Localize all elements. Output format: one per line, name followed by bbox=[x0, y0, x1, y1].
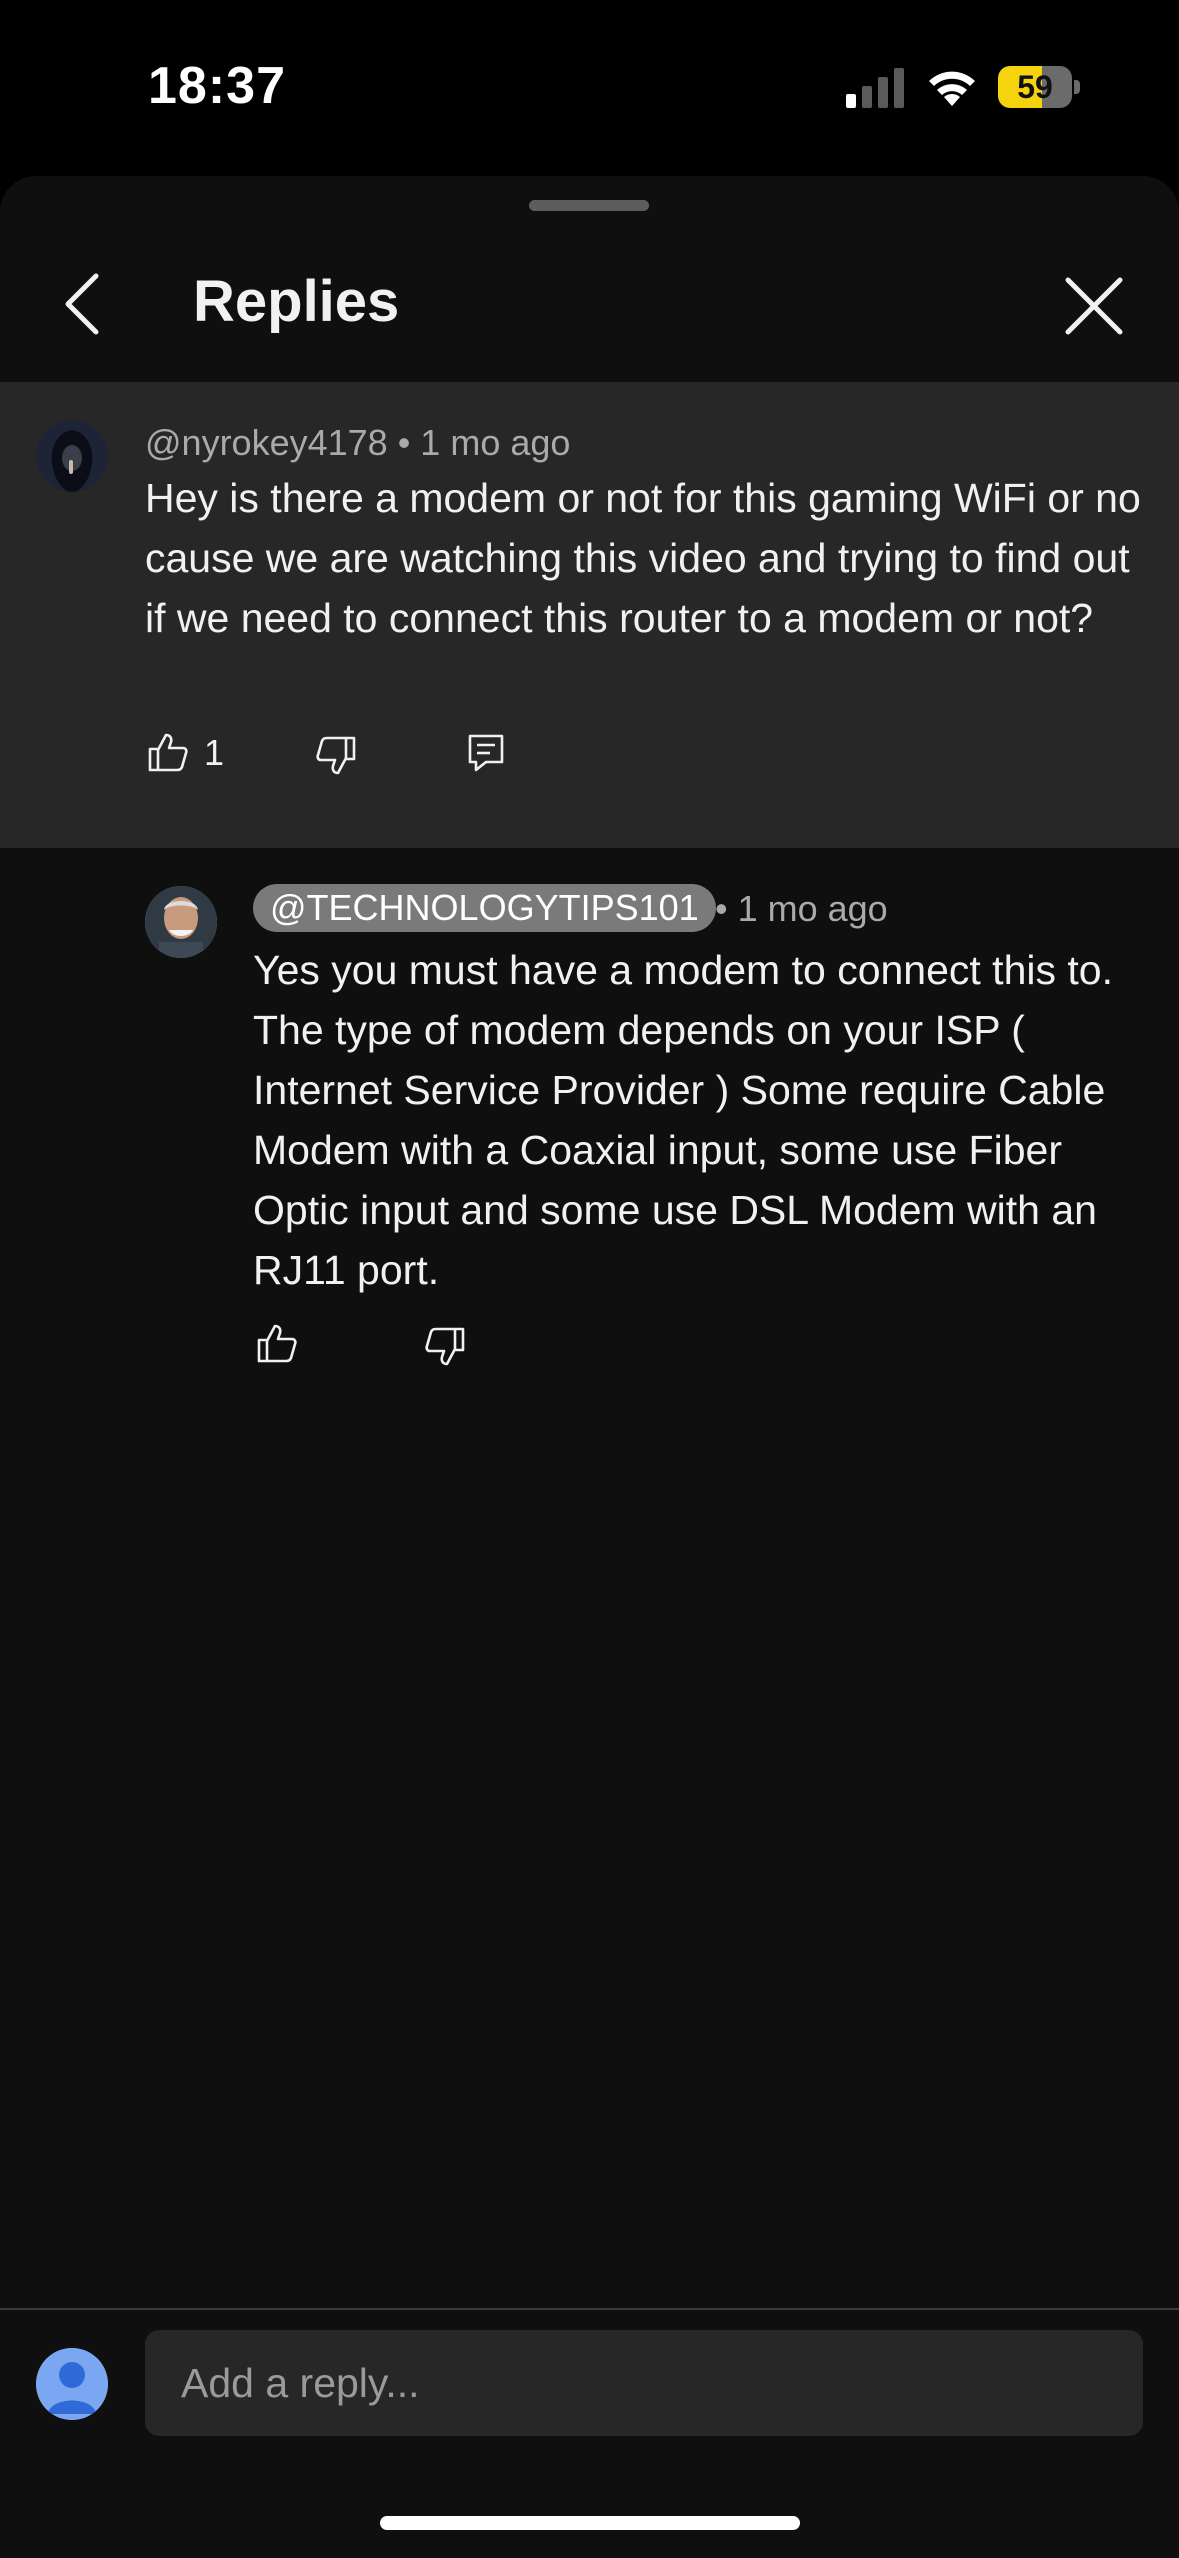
thumbs-down-icon[interactable] bbox=[315, 735, 357, 777]
avatar[interactable] bbox=[145, 886, 217, 958]
battery-icon: 59 bbox=[998, 66, 1080, 108]
chevron-left-icon[interactable] bbox=[54, 264, 114, 344]
like-count: 1 bbox=[204, 732, 225, 773]
comment-time: • 1 mo ago bbox=[715, 888, 888, 929]
signal-icon bbox=[846, 68, 904, 108]
reply-author-badge[interactable]: @TECHNOLOGYTIPS101 bbox=[253, 884, 716, 932]
thumbs-up-icon[interactable] bbox=[256, 1322, 298, 1364]
sheet-header: Replies bbox=[0, 176, 1179, 381]
battery-percent: 59 bbox=[1017, 69, 1053, 105]
status-bar: 18:37 59 bbox=[0, 0, 1179, 175]
page-title: Replies bbox=[193, 269, 400, 334]
comment-text: Hey is there a modem or not for this gam… bbox=[145, 475, 1141, 641]
parent-comment: @nyrokey4178 • 1 mo ago Hey is there a m… bbox=[0, 382, 1179, 848]
home-indicator[interactable] bbox=[380, 2516, 800, 2530]
wifi-icon bbox=[929, 71, 975, 106]
close-icon[interactable] bbox=[1060, 272, 1128, 340]
comment-author[interactable]: @nyrokey4178 bbox=[145, 422, 388, 463]
reply-comment: @TECHNOLOGYTIPS101 • 1 mo ago Yes you mu… bbox=[0, 848, 1179, 1408]
thumbs-down-icon[interactable] bbox=[424, 1326, 466, 1368]
reply-input[interactable] bbox=[145, 2330, 1143, 2436]
comment-meta: @nyrokey4178 • 1 mo ago bbox=[145, 422, 570, 464]
reply-icon[interactable] bbox=[466, 732, 506, 774]
thumbs-up-icon[interactable] bbox=[147, 731, 189, 773]
replies-sheet: Replies @nyrokey4178 • 1 mo ago Hey is t… bbox=[0, 176, 1179, 2556]
avatar[interactable] bbox=[36, 420, 108, 492]
avatar[interactable] bbox=[36, 2348, 108, 2420]
comment-time: • 1 mo ago bbox=[397, 422, 571, 463]
status-time: 18:37 bbox=[148, 57, 286, 115]
comment-text: Yes you must have a modem to connect thi… bbox=[253, 947, 1113, 1293]
